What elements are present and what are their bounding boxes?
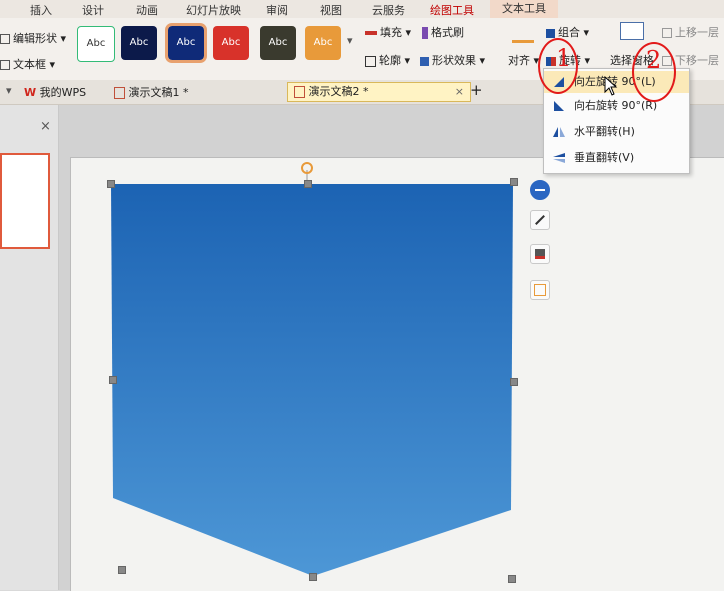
tab-doc2-label: 演示文稿2 * — [308, 85, 369, 98]
slide-thumbnail-pane: × — [0, 105, 59, 590]
collapse-float-button[interactable] — [530, 180, 550, 200]
fill-icon — [365, 31, 377, 35]
menu-item-rotate-right-label: 向右旋转 90°(R) — [574, 99, 658, 112]
resize-handle-left[interactable] — [109, 376, 117, 384]
mouse-cursor-icon — [604, 76, 618, 96]
group-button[interactable]: 组合 ▾ — [546, 24, 589, 40]
style-more-button[interactable]: ▾ — [347, 34, 353, 47]
new-tab-button[interactable]: + — [470, 81, 483, 99]
resize-handle-top-left[interactable] — [107, 180, 115, 188]
send-backward-label: 下移一层 — [675, 54, 719, 67]
slide-canvas[interactable] — [70, 157, 724, 591]
group-label: 组合 — [558, 26, 580, 39]
tab-review[interactable]: 审阅 — [266, 2, 288, 18]
flip-vertical-icon — [553, 153, 565, 163]
text-box-icon — [0, 60, 10, 70]
menu-item-rotate-right[interactable]: 向右旋转 90°(R) — [544, 95, 689, 117]
resize-handle-right[interactable] — [510, 378, 518, 386]
tab-text-tools[interactable]: 文本工具 — [490, 0, 558, 18]
format-painter-label: 格式刷 — [431, 26, 464, 39]
fill-float-button[interactable] — [530, 244, 550, 264]
effect-icon — [534, 284, 546, 296]
presentation-icon — [114, 87, 125, 99]
tab-cloud[interactable]: 云服务 — [372, 2, 405, 18]
resize-handle-top-right[interactable] — [510, 178, 518, 186]
ribbon-tab-strip: 插入 设计 动画 幻灯片放映 审阅 视图 云服务 绘图工具 文本工具 — [0, 0, 724, 18]
shape-effect-label: 形状效果 — [432, 54, 476, 67]
edit-shape-button[interactable]: 编辑形状 ▾ — [0, 30, 66, 46]
flip-horizontal-icon — [553, 127, 565, 137]
menu-item-flip-horizontal-label: 水平翻转(H) — [574, 125, 635, 138]
bring-forward-label: 上移一层 — [675, 26, 719, 39]
shape-style-1[interactable]: Abc — [77, 26, 115, 62]
fill-button[interactable]: 填充 ▾ — [365, 24, 411, 40]
outline-label: 轮廓 — [379, 54, 401, 67]
close-tab-icon[interactable]: × — [455, 83, 464, 101]
slide-thumbnail[interactable] — [0, 153, 50, 249]
tab-design[interactable]: 设计 — [82, 2, 104, 18]
brush-icon — [422, 27, 428, 39]
wps-logo-icon: W — [24, 86, 37, 99]
edit-shape-label: 编辑形状 — [13, 32, 57, 45]
pentagon-shape[interactable] — [71, 158, 724, 591]
annotation-number-2: 2 — [646, 46, 662, 74]
shape-style-3[interactable]: Abc — [165, 23, 207, 63]
tab-animation[interactable]: 动画 — [136, 2, 158, 18]
shape-style-4[interactable]: Abc — [213, 26, 249, 60]
resize-handle-top[interactable] — [304, 180, 312, 188]
shape-style-2[interactable]: Abc — [121, 26, 157, 60]
outline-button[interactable]: 轮廓 ▾ — [365, 52, 410, 68]
line-icon — [535, 215, 545, 225]
rotate-right-icon — [554, 101, 564, 111]
menu-item-flip-vertical-label: 垂直翻转(V) — [574, 151, 635, 164]
tab-menu-arrow[interactable]: ▾ — [6, 84, 12, 97]
outline-icon — [365, 55, 376, 67]
shape-effect-button[interactable]: 形状效果 ▾ — [420, 52, 485, 68]
shape-style-5[interactable]: Abc — [260, 26, 296, 60]
shape-effect-icon — [420, 56, 429, 66]
tab-my-wps[interactable]: W 我的WPS — [24, 84, 86, 100]
text-box-label: 文本框 — [13, 58, 46, 71]
tab-drawing-tools[interactable]: 绘图工具 — [430, 2, 474, 18]
align-button[interactable]: 对齐 ▾ — [508, 52, 539, 68]
resize-handle-bottom[interactable] — [309, 573, 317, 581]
close-pane-icon[interactable]: × — [40, 119, 51, 134]
edit-shape-icon — [0, 34, 10, 44]
bring-forward-icon — [662, 28, 672, 38]
selection-pane-icon — [620, 22, 644, 40]
tab-doc2[interactable]: 演示文稿2 * × — [287, 82, 471, 102]
shape-outline-float-button[interactable] — [530, 210, 550, 230]
effect-float-button[interactable] — [530, 280, 550, 300]
tab-my-wps-label: 我的WPS — [39, 86, 87, 99]
tab-doc1[interactable]: 演示文稿1 * — [114, 84, 189, 100]
align-label: 对齐 — [508, 54, 530, 67]
presentation-icon — [294, 86, 305, 98]
fill-label: 填充 — [380, 26, 402, 39]
group-icon — [546, 28, 555, 38]
annotation-number-1: 1 — [556, 44, 572, 72]
tab-insert[interactable]: 插入 — [30, 2, 52, 18]
minus-icon — [535, 189, 545, 191]
format-painter-button[interactable]: 格式刷 — [422, 24, 464, 40]
bring-forward-button[interactable]: 上移一层 — [662, 24, 719, 40]
tab-view[interactable]: 视图 — [320, 2, 342, 18]
menu-item-flip-vertical[interactable]: 垂直翻转(V) — [544, 147, 689, 169]
text-box-button[interactable]: 文本框 ▾ — [0, 56, 55, 72]
tab-slideshow[interactable]: 幻灯片放映 — [186, 2, 241, 18]
paint-bucket-icon — [535, 249, 545, 259]
menu-item-flip-horizontal[interactable]: 水平翻转(H) — [544, 121, 689, 143]
resize-handle-bottom-left[interactable] — [118, 566, 126, 574]
shape-style-6[interactable]: Abc — [305, 26, 341, 60]
align-icon — [512, 22, 534, 43]
tab-doc1-label: 演示文稿1 * — [128, 86, 189, 99]
resize-handle-bottom-right[interactable] — [508, 575, 516, 583]
